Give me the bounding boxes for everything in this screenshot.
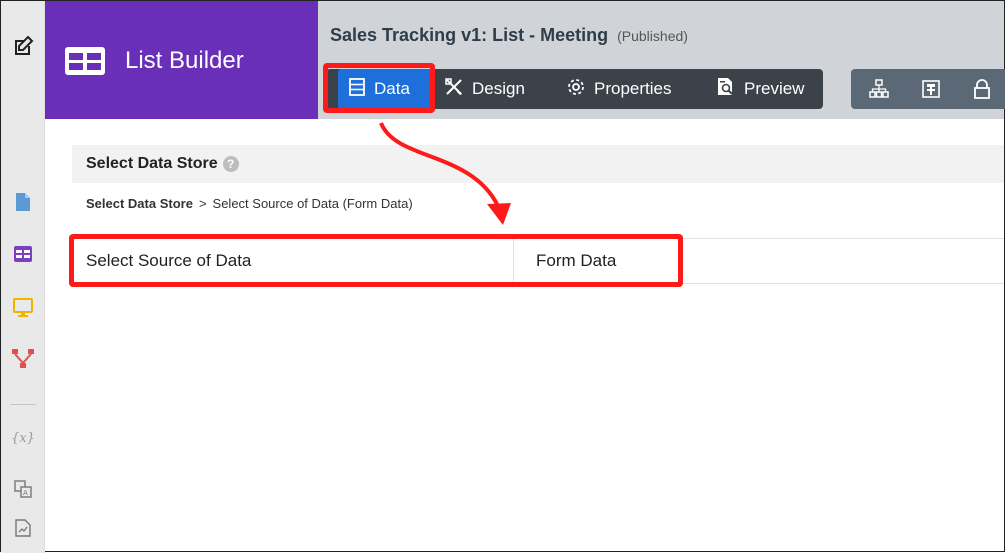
translate-icon[interactable]: A — [1, 480, 45, 498]
breadcrumb-separator: > — [198, 196, 207, 211]
rail-divider — [10, 404, 36, 405]
form-icon[interactable] — [921, 79, 941, 104]
sitemap-icon[interactable] — [869, 79, 889, 104]
monitor-icon[interactable] — [1, 298, 45, 318]
list-builder-icon — [65, 47, 105, 80]
right-toolbar — [851, 69, 1005, 109]
breadcrumb-current: Select Source of Data (Form Data) — [212, 196, 413, 211]
variable-label: {x} — [11, 431, 35, 446]
document-icon[interactable] — [1, 193, 45, 211]
breadcrumb: Select Data Store > Select Source of Data … — [86, 196, 413, 211]
edit-icon[interactable] — [1, 35, 45, 59]
status-badge: (Published) — [617, 28, 688, 44]
app-name: List Builder — [125, 47, 244, 74]
brand-header: List Builder — [45, 1, 318, 119]
tab-design[interactable]: Design — [444, 69, 525, 109]
report-icon[interactable] — [1, 519, 45, 537]
gear-icon — [566, 77, 586, 102]
tab-preview-label: Preview — [744, 79, 805, 98]
data-tab-highlight — [323, 63, 435, 113]
variable-icon[interactable]: {x} — [1, 431, 45, 446]
preview-icon — [716, 77, 736, 102]
tab-properties[interactable]: Properties — [566, 69, 671, 109]
tab-design-label: Design — [472, 79, 525, 98]
panel-title-text: Select Data Store — [86, 155, 218, 172]
tab-properties-label: Properties — [594, 79, 672, 98]
workflow-icon[interactable] — [1, 349, 45, 369]
breadcrumb-root[interactable]: Select Data Store — [86, 196, 193, 211]
svg-text:A: A — [23, 489, 28, 497]
form-title: Sales Tracking v1: List - Meeting — [330, 25, 609, 45]
list-icon[interactable] — [1, 246, 45, 262]
page-title: Sales Tracking v1: List - Meeting (Publi… — [330, 25, 688, 46]
source-row-highlight — [69, 234, 683, 287]
design-icon — [444, 77, 464, 102]
help-icon[interactable]: ? — [222, 156, 239, 172]
lock-icon[interactable] — [973, 79, 991, 104]
tab-preview[interactable]: Preview — [716, 69, 804, 109]
panel-title: Select Data Store ? — [72, 145, 1004, 183]
left-rail: {x} A — [1, 1, 45, 553]
